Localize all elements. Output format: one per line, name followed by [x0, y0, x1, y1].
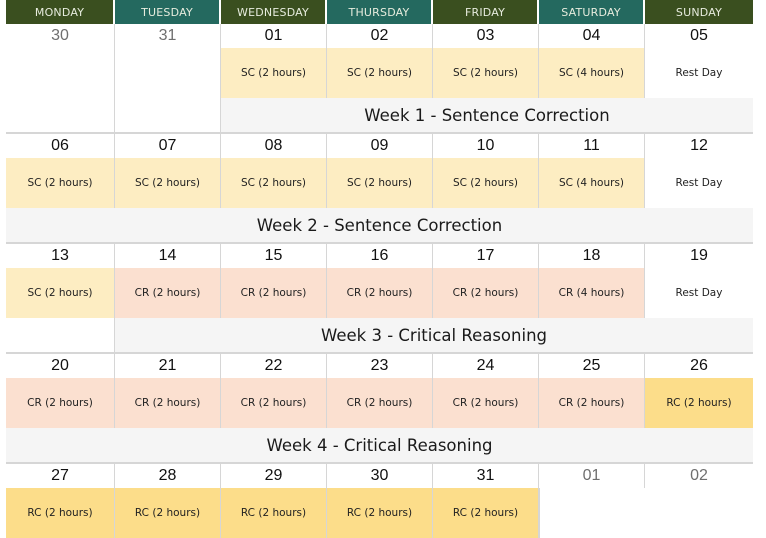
day-cell-date[interactable]: 06: [6, 134, 115, 158]
event-rest-day[interactable]: Rest Day: [645, 48, 753, 98]
day-cell-date[interactable]: 28: [115, 464, 221, 488]
day-cell-date[interactable]: 19: [645, 244, 753, 268]
weekday-header-row: MONDAY TUESDAY WEDNESDAY THURSDAY FRIDAY…: [6, 0, 753, 24]
day-cell-date[interactable]: 31: [115, 24, 221, 48]
event-reading-comprehension[interactable]: RC (2 hours): [645, 378, 753, 428]
day-cell-date[interactable]: 29: [221, 464, 327, 488]
day-cell-date[interactable]: 22: [221, 354, 327, 378]
day-cell-date[interactable]: 30: [6, 24, 115, 48]
event-critical-reasoning[interactable]: CR (2 hours): [115, 378, 221, 428]
study-calendar: MONDAY TUESDAY WEDNESDAY THURSDAY FRIDAY…: [6, 0, 753, 538]
event-critical-reasoning[interactable]: CR (2 hours): [539, 378, 645, 428]
week-band-label[interactable]: Week 4 - Critical Reasoning: [6, 428, 753, 463]
header-tuesday: TUESDAY: [115, 0, 221, 24]
empty-day-cell: [115, 48, 221, 133]
day-cell-date[interactable]: 21: [115, 354, 221, 378]
day-cell-date[interactable]: 01: [221, 24, 327, 48]
day-cell-date[interactable]: 15: [221, 244, 327, 268]
event-critical-reasoning[interactable]: CR (2 hours): [221, 378, 327, 428]
week-band-label[interactable]: Week 3 - Critical Reasoning: [115, 318, 753, 353]
day-cell-date[interactable]: 12: [645, 134, 753, 158]
day-cell-date[interactable]: 25: [539, 354, 645, 378]
event-sentence-correction[interactable]: SC (2 hours): [115, 158, 221, 208]
event-sentence-correction[interactable]: SC (4 hours): [539, 48, 645, 98]
event-critical-reasoning[interactable]: CR (2 hours): [115, 268, 221, 318]
day-cell-date[interactable]: 14: [115, 244, 221, 268]
header-monday: MONDAY: [6, 0, 115, 24]
day-cell-date[interactable]: 30: [327, 464, 433, 488]
event-sentence-correction[interactable]: SC (4 hours): [539, 158, 645, 208]
event-reading-comprehension[interactable]: RC (2 hours): [6, 488, 115, 538]
event-sentence-correction[interactable]: SC (2 hours): [327, 48, 433, 98]
day-cell-date[interactable]: 24: [433, 354, 539, 378]
event-sentence-correction[interactable]: SC (2 hours): [6, 158, 115, 208]
event-critical-reasoning[interactable]: CR (2 hours): [433, 378, 539, 428]
day-cell-date[interactable]: 10: [433, 134, 539, 158]
header-saturday: SATURDAY: [539, 0, 645, 24]
day-cell-date[interactable]: 08: [221, 134, 327, 158]
event-critical-reasoning[interactable]: CR (2 hours): [221, 268, 327, 318]
day-cell-date[interactable]: 07: [115, 134, 221, 158]
day-cell-date[interactable]: 13: [6, 244, 115, 268]
event-reading-comprehension[interactable]: RC (2 hours): [115, 488, 221, 538]
day-cell-date[interactable]: 31: [433, 464, 539, 488]
event-reading-comprehension[interactable]: RC (2 hours): [433, 488, 539, 538]
empty-day-cell: [6, 318, 115, 353]
day-cell-date[interactable]: 26: [645, 354, 753, 378]
empty-day-cell: [6, 48, 115, 133]
header-thursday: THURSDAY: [327, 0, 433, 24]
event-sentence-correction[interactable]: SC (2 hours): [327, 158, 433, 208]
header-sunday: SUNDAY: [645, 0, 753, 24]
event-sentence-correction[interactable]: SC (2 hours): [6, 268, 115, 318]
week-row-5: 27 28 29 30 31 01 02 RC (2 hours) RC (2 …: [6, 463, 753, 538]
day-cell-date[interactable]: 11: [539, 134, 645, 158]
day-cell-date[interactable]: 16: [327, 244, 433, 268]
event-reading-comprehension[interactable]: RC (2 hours): [327, 488, 433, 538]
day-cell-date[interactable]: 02: [327, 24, 433, 48]
event-sentence-correction[interactable]: SC (2 hours): [221, 158, 327, 208]
event-sentence-correction[interactable]: SC (2 hours): [221, 48, 327, 98]
week-row-3: 13 14 15 16 17 18 19 SC (2 hours) CR (2 …: [6, 243, 753, 353]
day-cell-date[interactable]: 03: [433, 24, 539, 48]
day-cell-date[interactable]: 20: [6, 354, 115, 378]
day-cell-date[interactable]: 04: [539, 24, 645, 48]
event-sentence-correction[interactable]: SC (2 hours): [433, 158, 539, 208]
day-cell-date[interactable]: 09: [327, 134, 433, 158]
week-row-1: 30 31 01 02 03 04 05 SC (2 hours) SC (2 …: [6, 24, 753, 133]
header-friday: FRIDAY: [433, 0, 539, 24]
day-cell-date[interactable]: 05: [645, 24, 753, 48]
event-critical-reasoning[interactable]: CR (2 hours): [327, 268, 433, 318]
event-critical-reasoning[interactable]: CR (2 hours): [327, 378, 433, 428]
event-rest-day[interactable]: Rest Day: [645, 158, 753, 208]
week-band-label[interactable]: Week 2 - Sentence Correction: [6, 208, 753, 243]
week-row-4: 20 21 22 23 24 25 26 CR (2 hours) CR (2 …: [6, 353, 753, 463]
event-critical-reasoning[interactable]: CR (2 hours): [6, 378, 115, 428]
day-cell-date[interactable]: 02: [645, 464, 753, 488]
event-reading-comprehension[interactable]: RC (2 hours): [221, 488, 327, 538]
header-wednesday: WEDNESDAY: [221, 0, 327, 24]
event-critical-reasoning[interactable]: CR (4 hours): [539, 268, 645, 318]
day-cell-date[interactable]: 01: [539, 464, 645, 488]
week-band-label[interactable]: Week 1 - Sentence Correction: [221, 98, 753, 133]
empty-day-cell: [539, 488, 753, 538]
day-cell-date[interactable]: 27: [6, 464, 115, 488]
event-critical-reasoning[interactable]: CR (2 hours): [433, 268, 539, 318]
day-cell-date[interactable]: 17: [433, 244, 539, 268]
event-sentence-correction[interactable]: SC (2 hours): [433, 48, 539, 98]
week-row-2: 06 07 08 09 10 11 12 SC (2 hours) SC (2 …: [6, 133, 753, 243]
day-cell-date[interactable]: 18: [539, 244, 645, 268]
event-rest-day[interactable]: Rest Day: [645, 268, 753, 318]
day-cell-date[interactable]: 23: [327, 354, 433, 378]
